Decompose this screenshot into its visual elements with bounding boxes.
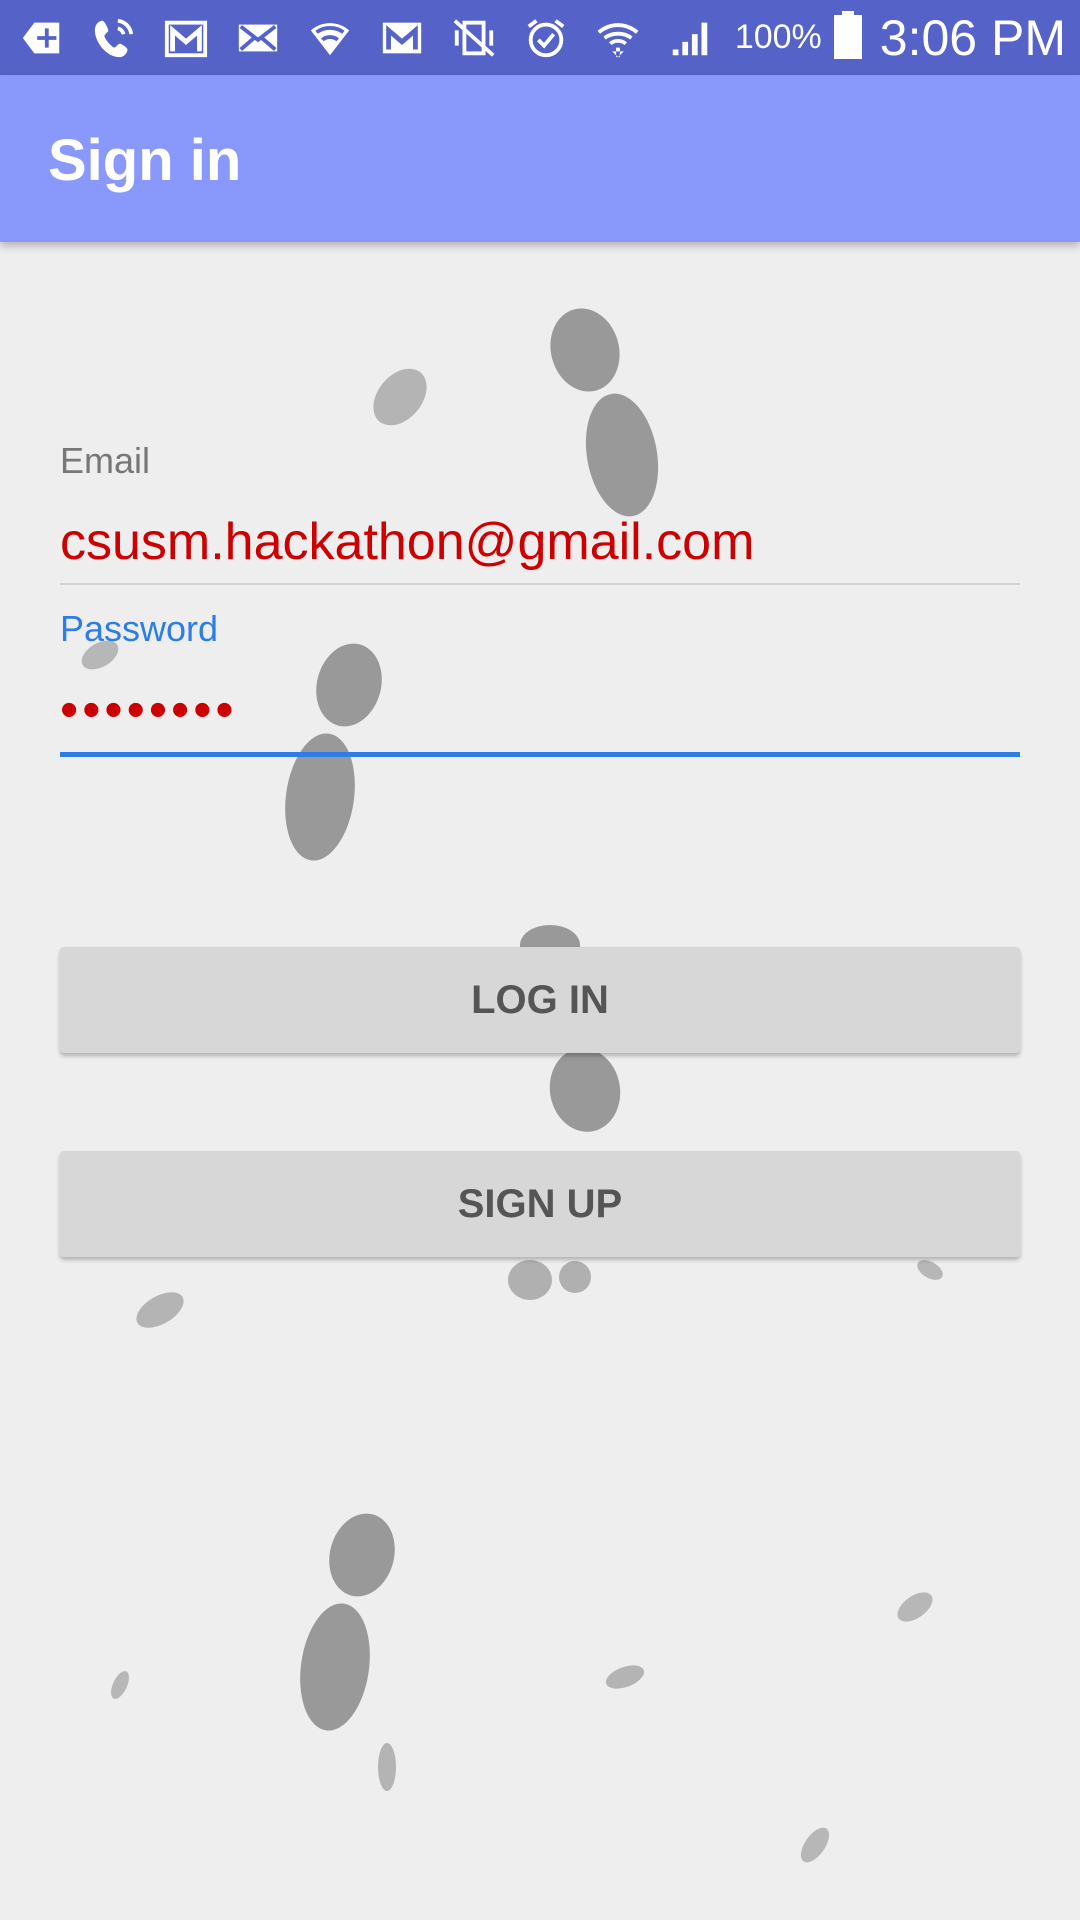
wifi-shield-icon xyxy=(302,13,358,63)
page-title: Sign in xyxy=(48,128,242,193)
gmail-icon xyxy=(158,13,214,63)
password-label: Password xyxy=(60,608,219,649)
alarm-icon xyxy=(518,13,574,63)
signal-icon xyxy=(662,13,718,63)
footprint-icon xyxy=(312,640,387,730)
clock-time: 3:06 PM xyxy=(879,9,1066,66)
footprint-icon xyxy=(505,1255,595,1305)
battery-icon xyxy=(833,11,862,64)
password-field[interactable]: •••••••• xyxy=(60,680,238,740)
footprint-icon xyxy=(545,305,625,395)
footprint-icon xyxy=(890,1585,940,1630)
footprint-icon xyxy=(600,1660,650,1695)
signup-button[interactable]: SIGN UP xyxy=(60,1151,1020,1257)
app-bar: Sign in xyxy=(0,75,1080,242)
footprint-icon xyxy=(580,390,665,520)
footprint-icon xyxy=(795,1820,835,1870)
footprint-icon xyxy=(325,1510,400,1600)
footprint-icon xyxy=(545,1045,625,1135)
wifi-icon xyxy=(590,13,646,63)
password-underline xyxy=(60,752,1020,757)
battery-percent: 100% xyxy=(734,18,822,56)
footprint-icon xyxy=(295,1600,375,1735)
footprint-icon xyxy=(130,1285,190,1335)
wifi-call-icon xyxy=(86,13,142,63)
email-underline xyxy=(60,583,1020,585)
email-icon xyxy=(230,13,286,63)
status-bar: 100% 3:06 PM xyxy=(0,0,1080,75)
mute-vibrate-icon xyxy=(446,13,502,63)
footprint-icon xyxy=(105,1665,135,1705)
email-field[interactable]: csusm.hackathon@gmail.com xyxy=(60,512,754,572)
footprint-icon xyxy=(375,1740,400,1795)
footprint-icon xyxy=(365,360,435,435)
footprint-icon xyxy=(910,1255,950,1285)
gmail-icon-2 xyxy=(374,13,430,63)
footprint-icon xyxy=(280,730,360,865)
email-label: Email xyxy=(60,440,151,481)
login-button[interactable]: LOG IN xyxy=(60,947,1020,1053)
add-notification-icon xyxy=(14,13,70,63)
